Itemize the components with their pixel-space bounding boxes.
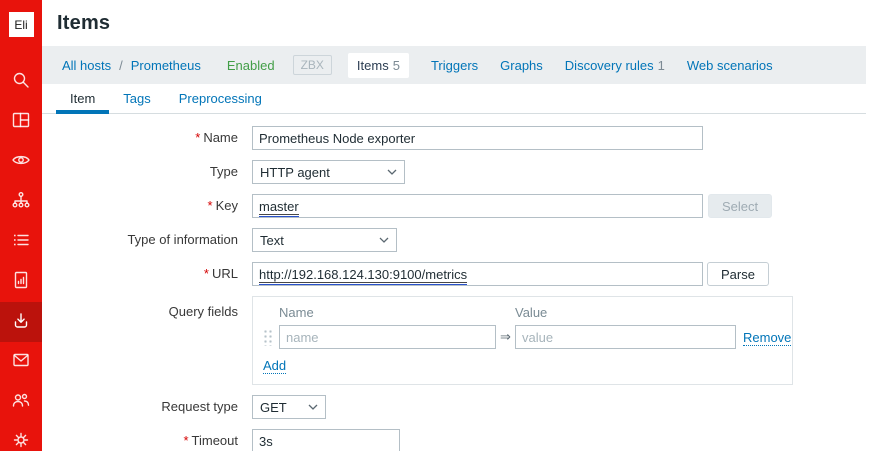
query-fields-header: Name Value	[263, 305, 780, 320]
envelope-icon	[11, 350, 31, 375]
timeout-label: *Timeout	[56, 429, 252, 451]
tab-preprocessing[interactable]: Preprocessing	[165, 84, 276, 113]
tab-tags[interactable]: Tags	[109, 84, 164, 113]
form-row-query-fields: Query fields Name Value ⇒ Remove	[56, 296, 870, 385]
required-marker: *	[183, 433, 188, 448]
nav-triggers-link[interactable]: Triggers	[431, 58, 478, 73]
sidebar-item-alerts[interactable]	[0, 342, 42, 382]
drag-handle-icon[interactable]	[263, 328, 273, 346]
form-row-request-type: Request type GET	[56, 395, 870, 419]
nav-discovery-rules-label: Discovery rules	[565, 58, 654, 73]
key-select-button[interactable]: Select	[708, 194, 772, 218]
type-select-value: HTTP agent	[260, 165, 330, 180]
query-name-header: Name	[279, 305, 496, 320]
key-label: *Key	[56, 194, 252, 218]
type-of-information-select-value: Text	[260, 233, 284, 248]
sidebar-item-monitoring[interactable]	[0, 142, 42, 182]
required-marker: *	[208, 198, 213, 213]
gear-icon	[11, 430, 31, 451]
form-tabs: Item Tags Preprocessing	[42, 84, 866, 114]
add-query-field-link[interactable]: Add	[263, 358, 286, 374]
parse-button[interactable]: Parse	[707, 262, 769, 286]
nav-discovery-rules-count: 1	[658, 58, 665, 73]
list-icon	[11, 230, 31, 255]
required-marker: *	[204, 266, 209, 281]
search-icon	[11, 70, 31, 95]
chevron-down-icon	[387, 169, 397, 175]
form-row-url: *URL http://192.168.124.130:9100/metrics…	[56, 262, 870, 286]
type-select[interactable]: HTTP agent	[252, 160, 405, 184]
name-label: *Name	[56, 126, 252, 150]
breadcrumb-all-hosts[interactable]: All hosts	[62, 58, 111, 73]
page-header: Items	[42, 0, 870, 46]
sidebar: Eli	[0, 0, 42, 451]
breadcrumb-separator: /	[119, 58, 123, 73]
request-type-select[interactable]: GET	[252, 395, 326, 419]
request-type-label: Request type	[56, 395, 252, 419]
required-marker: *	[195, 130, 200, 145]
eye-icon	[11, 150, 31, 175]
remove-query-field-link[interactable]: Remove	[743, 330, 791, 346]
query-fields-add-row: Add	[263, 358, 780, 374]
zabbix-item-config-screen: Eli	[0, 0, 870, 451]
host-status-enabled[interactable]: Enabled	[227, 58, 275, 73]
zbx-availability-badge: ZBX	[293, 55, 332, 75]
page-title: Items	[57, 12, 110, 35]
logo-text: Eli	[14, 18, 27, 32]
request-type-select-value: GET	[260, 400, 287, 415]
sidebar-item-inventory[interactable]	[0, 222, 42, 262]
sidebar-item-data-collection[interactable]	[0, 302, 42, 342]
query-name-input[interactable]	[279, 325, 496, 349]
query-value-header: Value	[515, 305, 736, 320]
nav-items-current[interactable]: Items 5	[348, 53, 409, 78]
sidebar-item-search[interactable]	[0, 62, 42, 102]
url-input[interactable]: http://192.168.124.130:9100/metrics	[252, 262, 703, 286]
query-fields-row: ⇒ Remove	[263, 325, 780, 349]
nav-items-count: 5	[393, 58, 400, 73]
nav-discovery-rules-link[interactable]: Discovery rules 1	[565, 58, 665, 73]
query-value-input[interactable]	[515, 325, 736, 349]
nav-items-label: Items	[357, 58, 389, 73]
type-of-information-label: Type of information	[56, 228, 252, 252]
form-row-type-of-information: Type of information Text	[56, 228, 870, 252]
name-input[interactable]	[252, 126, 703, 150]
download-icon	[11, 310, 31, 335]
type-of-information-select[interactable]: Text	[252, 228, 397, 252]
url-input-value: http://192.168.124.130:9100/metrics	[259, 267, 467, 282]
host-navigation-bar: All hosts / Prometheus Enabled ZBX Items…	[42, 46, 866, 84]
item-form: *Name Type HTTP agent *Key master Select	[42, 114, 870, 451]
nav-graphs-link[interactable]: Graphs	[500, 58, 543, 73]
sidebar-item-reports[interactable]	[0, 262, 42, 302]
type-label: Type	[56, 160, 252, 184]
main-content: Items All hosts / Prometheus Enabled ZBX…	[42, 0, 870, 451]
form-row-timeout: *Timeout	[56, 429, 870, 451]
sidebar-item-dashboard[interactable]	[0, 102, 42, 142]
url-label: *URL	[56, 262, 252, 286]
org-chart-icon	[11, 190, 31, 215]
sidebar-item-users[interactable]	[0, 382, 42, 422]
chevron-down-icon	[308, 404, 318, 410]
form-row-key: *Key master Select	[56, 194, 870, 218]
breadcrumb-host[interactable]: Prometheus	[131, 58, 201, 73]
query-fields-table: Name Value ⇒ Remove Add	[252, 296, 793, 385]
timeout-input[interactable]	[252, 429, 400, 451]
form-row-type: Type HTTP agent	[56, 160, 870, 184]
sidebar-nav	[0, 62, 42, 451]
users-icon	[11, 390, 31, 415]
query-fields-label: Query fields	[56, 296, 252, 320]
nav-web-scenarios-link[interactable]: Web scenarios	[687, 58, 773, 73]
sidebar-item-services[interactable]	[0, 182, 42, 222]
dashboard-icon	[11, 110, 31, 135]
report-document-icon	[11, 270, 31, 295]
key-input-value: master	[259, 199, 299, 214]
logo[interactable]: Eli	[9, 12, 34, 37]
sidebar-item-administration[interactable]	[0, 422, 42, 451]
form-row-name: *Name	[56, 126, 870, 150]
maps-to-arrow: ⇒	[496, 329, 515, 345]
chevron-down-icon	[379, 237, 389, 243]
key-input[interactable]: master	[252, 194, 703, 218]
tab-item[interactable]: Item	[56, 84, 109, 113]
